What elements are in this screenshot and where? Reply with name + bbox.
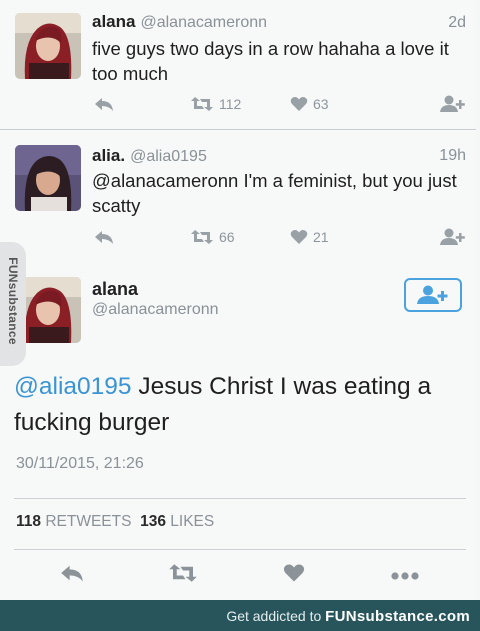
- tweet-text: @alia0195 Jesus Christ I was eating a fu…: [14, 369, 454, 441]
- author-name[interactable]: alana: [92, 12, 135, 31]
- side-watermark: FUNsubstance: [0, 242, 26, 366]
- tweet-text: @alanacameronn I'm a feminist, but you j…: [92, 170, 457, 216]
- reply-icon: [61, 565, 83, 582]
- side-watermark-text: FUNsubstance: [6, 257, 20, 345]
- reply-icon: [95, 231, 113, 244]
- footer-text: Get addicted to FUNsubstance.com: [226, 608, 470, 625]
- divider: [14, 498, 466, 499]
- follow-button[interactable]: [404, 278, 462, 312]
- twitter-screen: alana @alanacameronn 2d five guys two day…: [0, 0, 480, 600]
- retweet-button[interactable]: 66: [190, 229, 235, 245]
- retweet-icon: [191, 97, 213, 111]
- tweet-time: 19h: [439, 147, 466, 164]
- retweet-button[interactable]: [168, 563, 198, 588]
- retweet-count: 66: [219, 229, 235, 245]
- tweet-time: 2d: [448, 14, 466, 31]
- footer-banner: Get addicted to FUNsubstance.com: [0, 600, 480, 631]
- reply-button[interactable]: [94, 229, 114, 245]
- likes-label: LIKES: [170, 513, 215, 530]
- follow-button[interactable]: [440, 228, 466, 246]
- retweet-count: 112: [219, 96, 242, 112]
- retweets-label: RETWEETS: [45, 513, 132, 530]
- follow-button[interactable]: [440, 95, 466, 113]
- follow-icon: [417, 285, 448, 304]
- tweet-alana[interactable]: alana @alanacameronn 2d five guys two day…: [0, 0, 476, 130]
- follow-icon: [440, 228, 465, 245]
- author-name[interactable]: alia.: [92, 146, 125, 165]
- follow-icon: [440, 95, 465, 112]
- author-handle[interactable]: @alia0195: [130, 148, 207, 165]
- tweet-alia[interactable]: alia. @alia0195 19h @alanacameronn I'm a …: [0, 130, 476, 264]
- footer-brand[interactable]: FUNsubstance.com: [325, 608, 470, 625]
- more-button[interactable]: [390, 568, 420, 586]
- avatar-alana[interactable]: [15, 13, 81, 79]
- like-count: 21: [313, 229, 329, 245]
- heart-icon: [290, 97, 308, 111]
- reply-button[interactable]: [94, 96, 114, 112]
- heart-icon: [283, 564, 305, 582]
- author-handle[interactable]: @alanacameronn: [140, 14, 267, 31]
- retweet-icon: [169, 564, 197, 582]
- like-button[interactable]: 21: [290, 229, 329, 245]
- avatar-alia[interactable]: [15, 145, 81, 211]
- footer-prefix: Get addicted to: [226, 608, 326, 624]
- like-count: 63: [313, 96, 329, 112]
- tweet-timestamp: 30/11/2015, 21:26: [16, 455, 144, 472]
- author-name[interactable]: alana: [92, 279, 138, 300]
- like-button[interactable]: 63: [290, 96, 329, 112]
- tweet-action-bar: [0, 550, 476, 600]
- reply-icon: [95, 98, 113, 111]
- mention-link[interactable]: @alia0195: [14, 373, 132, 400]
- likes-count: 136: [140, 513, 166, 530]
- more-icon: [391, 572, 419, 580]
- tweet-stats[interactable]: 118 RETWEETS 136 LIKES: [16, 513, 214, 531]
- tweet-text: five guys two days in a row hahaha a lov…: [92, 38, 449, 84]
- heart-icon: [290, 230, 308, 244]
- retweet-button[interactable]: 112: [190, 96, 241, 112]
- retweet-icon: [191, 230, 213, 244]
- reply-button[interactable]: [60, 563, 84, 588]
- like-button[interactable]: [283, 563, 305, 588]
- retweets-count: 118: [16, 513, 42, 530]
- author-handle[interactable]: @alanacameronn: [92, 301, 219, 319]
